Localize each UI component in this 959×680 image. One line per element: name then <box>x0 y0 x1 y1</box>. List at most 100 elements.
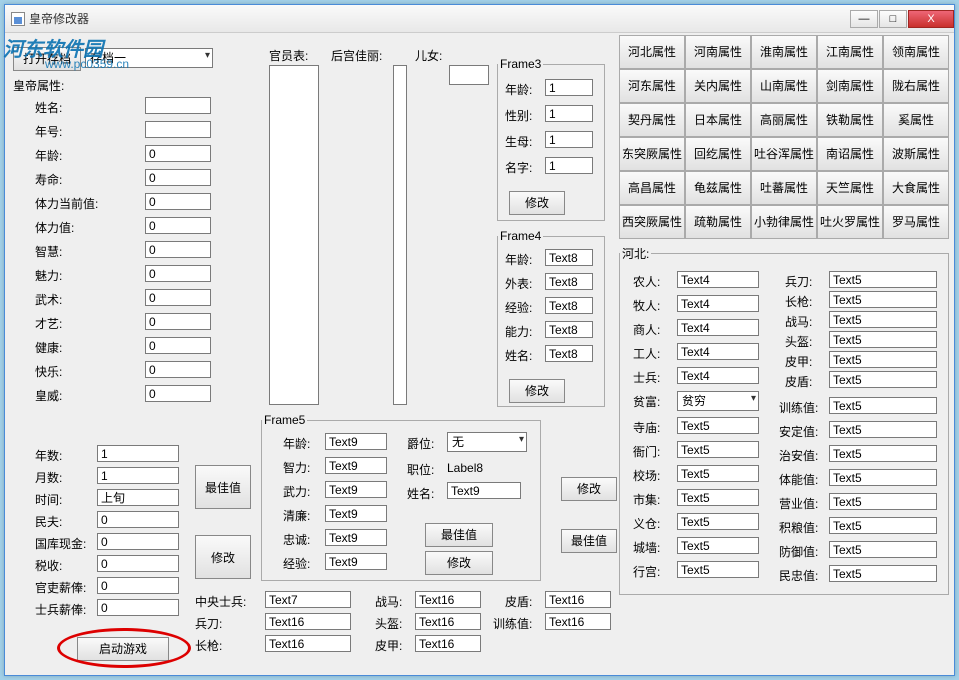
prov-merch-input[interactable] <box>677 319 759 336</box>
emp-cha-input[interactable] <box>145 265 211 282</box>
prov-order-input[interactable] <box>829 445 937 462</box>
region-btn-21[interactable]: 龟兹属性 <box>685 171 751 205</box>
prov-temple-input[interactable] <box>677 417 759 434</box>
time-labor-input[interactable] <box>97 511 179 528</box>
prov-horse-input[interactable] <box>829 311 937 328</box>
time-offpay-input[interactable] <box>97 577 179 594</box>
region-btn-26[interactable]: 疏勒属性 <box>685 205 751 239</box>
emp-art-input[interactable] <box>145 313 211 330</box>
launch-game-button[interactable]: 启动游戏 <box>77 637 169 661</box>
save-slot-combo[interactable]: 存档一 <box>85 48 213 68</box>
prov-spear-input[interactable] <box>829 291 937 308</box>
region-btn-0[interactable]: 河北属性 <box>619 35 685 69</box>
time-month-input[interactable] <box>97 467 179 484</box>
region-btn-20[interactable]: 高昌属性 <box>619 171 685 205</box>
f5-loy-input[interactable] <box>325 529 387 546</box>
frame5-best[interactable]: 最佳值 <box>425 523 493 547</box>
region-btn-22[interactable]: 吐蕃属性 <box>751 171 817 205</box>
army-lshd-input[interactable] <box>545 591 611 608</box>
army-sword-input[interactable] <box>265 613 351 630</box>
emp-mar-input[interactable] <box>145 289 211 306</box>
prov-herds-input[interactable] <box>677 295 759 312</box>
region-btn-19[interactable]: 波斯属性 <box>883 137 949 171</box>
prov-wealth-combo[interactable]: 贫穷 <box>677 391 759 411</box>
prov-grain-input[interactable] <box>829 517 937 534</box>
emp-heal-input[interactable] <box>145 337 211 354</box>
army-helm-input[interactable] <box>415 613 481 630</box>
region-btn-2[interactable]: 淮南属性 <box>751 35 817 69</box>
prov-worker-input[interactable] <box>677 343 759 360</box>
prov-palace-input[interactable] <box>677 561 759 578</box>
time-tax-input[interactable] <box>97 555 179 572</box>
army-train-input[interactable] <box>545 613 611 630</box>
emp-era-input[interactable] <box>145 121 211 138</box>
f4-look-input[interactable] <box>545 273 593 290</box>
frame5-rank-combo[interactable]: 无 <box>447 432 527 452</box>
best-value-button[interactable]: 最佳值 <box>195 465 251 509</box>
army-spear-input[interactable] <box>265 635 351 652</box>
officials-list[interactable] <box>269 65 319 405</box>
region-btn-24[interactable]: 大食属性 <box>883 171 949 205</box>
army-larm-input[interactable] <box>415 635 481 652</box>
region-btn-15[interactable]: 东突厥属性 <box>619 137 685 171</box>
region-btn-3[interactable]: 江南属性 <box>817 35 883 69</box>
f3-sex-input[interactable] <box>545 105 593 122</box>
maximize-button[interactable]: □ <box>879 10 907 28</box>
time-solpay-input[interactable] <box>97 599 179 616</box>
prov-yamen-input[interactable] <box>677 441 759 458</box>
frame3-modify[interactable]: 修改 <box>509 191 565 215</box>
region-btn-10[interactable]: 契丹属性 <box>619 103 685 137</box>
f5-exp-input[interactable] <box>325 553 387 570</box>
minimize-button[interactable]: — <box>850 10 878 28</box>
region-btn-11[interactable]: 日本属性 <box>685 103 751 137</box>
prov-helm-input[interactable] <box>829 331 937 348</box>
f3-age-input[interactable] <box>545 79 593 96</box>
region-btn-13[interactable]: 铁勒属性 <box>817 103 883 137</box>
region-btn-18[interactable]: 南诏属性 <box>817 137 883 171</box>
emp-life-input[interactable] <box>145 169 211 186</box>
f5-int-input[interactable] <box>325 457 387 474</box>
f3-mother-input[interactable] <box>545 131 593 148</box>
region-btn-12[interactable]: 高丽属性 <box>751 103 817 137</box>
frame5-modify[interactable]: 修改 <box>425 551 493 575</box>
emp-name-input[interactable] <box>145 97 211 114</box>
time-year-input[interactable] <box>97 445 179 462</box>
army-horse-input[interactable] <box>415 591 481 608</box>
prov-soldier-input[interactable] <box>677 367 759 384</box>
time-treasury-input[interactable] <box>97 533 179 550</box>
region-btn-16[interactable]: 回纥属性 <box>685 137 751 171</box>
region-btn-1[interactable]: 河南属性 <box>685 35 751 69</box>
open-save-button[interactable]: 打开存档 <box>13 47 81 71</box>
prov-loyal-input[interactable] <box>829 565 937 582</box>
f5-age-input[interactable] <box>325 433 387 450</box>
modify-button[interactable]: 修改 <box>195 535 251 579</box>
prov-wall-input[interactable] <box>677 537 759 554</box>
region-btn-29[interactable]: 罗马属性 <box>883 205 949 239</box>
region-btn-8[interactable]: 剑南属性 <box>817 69 883 103</box>
region-btn-9[interactable]: 陇右属性 <box>883 69 949 103</box>
emp-happy-input[interactable] <box>145 361 211 378</box>
frame5-modify2[interactable]: 修改 <box>561 477 617 501</box>
region-btn-6[interactable]: 关内属性 <box>685 69 751 103</box>
close-button[interactable]: X <box>908 10 954 28</box>
emp-hp-input[interactable] <box>145 217 211 234</box>
prov-lshd-input[interactable] <box>829 371 937 388</box>
frame5-best2[interactable]: 最佳值 <box>561 529 617 553</box>
region-btn-25[interactable]: 西突厥属性 <box>619 205 685 239</box>
emp-pres-input[interactable] <box>145 385 211 402</box>
time-period-input[interactable] <box>97 489 179 506</box>
prov-supply-input[interactable] <box>829 493 937 510</box>
prov-sword-input[interactable] <box>829 271 937 288</box>
region-btn-14[interactable]: 奚属性 <box>883 103 949 137</box>
frame4-modify[interactable]: 修改 <box>509 379 565 403</box>
children-list[interactable] <box>449 65 489 85</box>
prov-granary-input[interactable] <box>677 513 759 530</box>
f4-age-input[interactable] <box>545 249 593 266</box>
region-btn-17[interactable]: 吐谷浑属性 <box>751 137 817 171</box>
harem-list[interactable] <box>393 65 407 405</box>
region-btn-7[interactable]: 山南属性 <box>751 69 817 103</box>
f4-abi-input[interactable] <box>545 321 593 338</box>
prov-stam-input[interactable] <box>829 469 937 486</box>
f5-hon-input[interactable] <box>325 505 387 522</box>
f4-exp-input[interactable] <box>545 297 593 314</box>
